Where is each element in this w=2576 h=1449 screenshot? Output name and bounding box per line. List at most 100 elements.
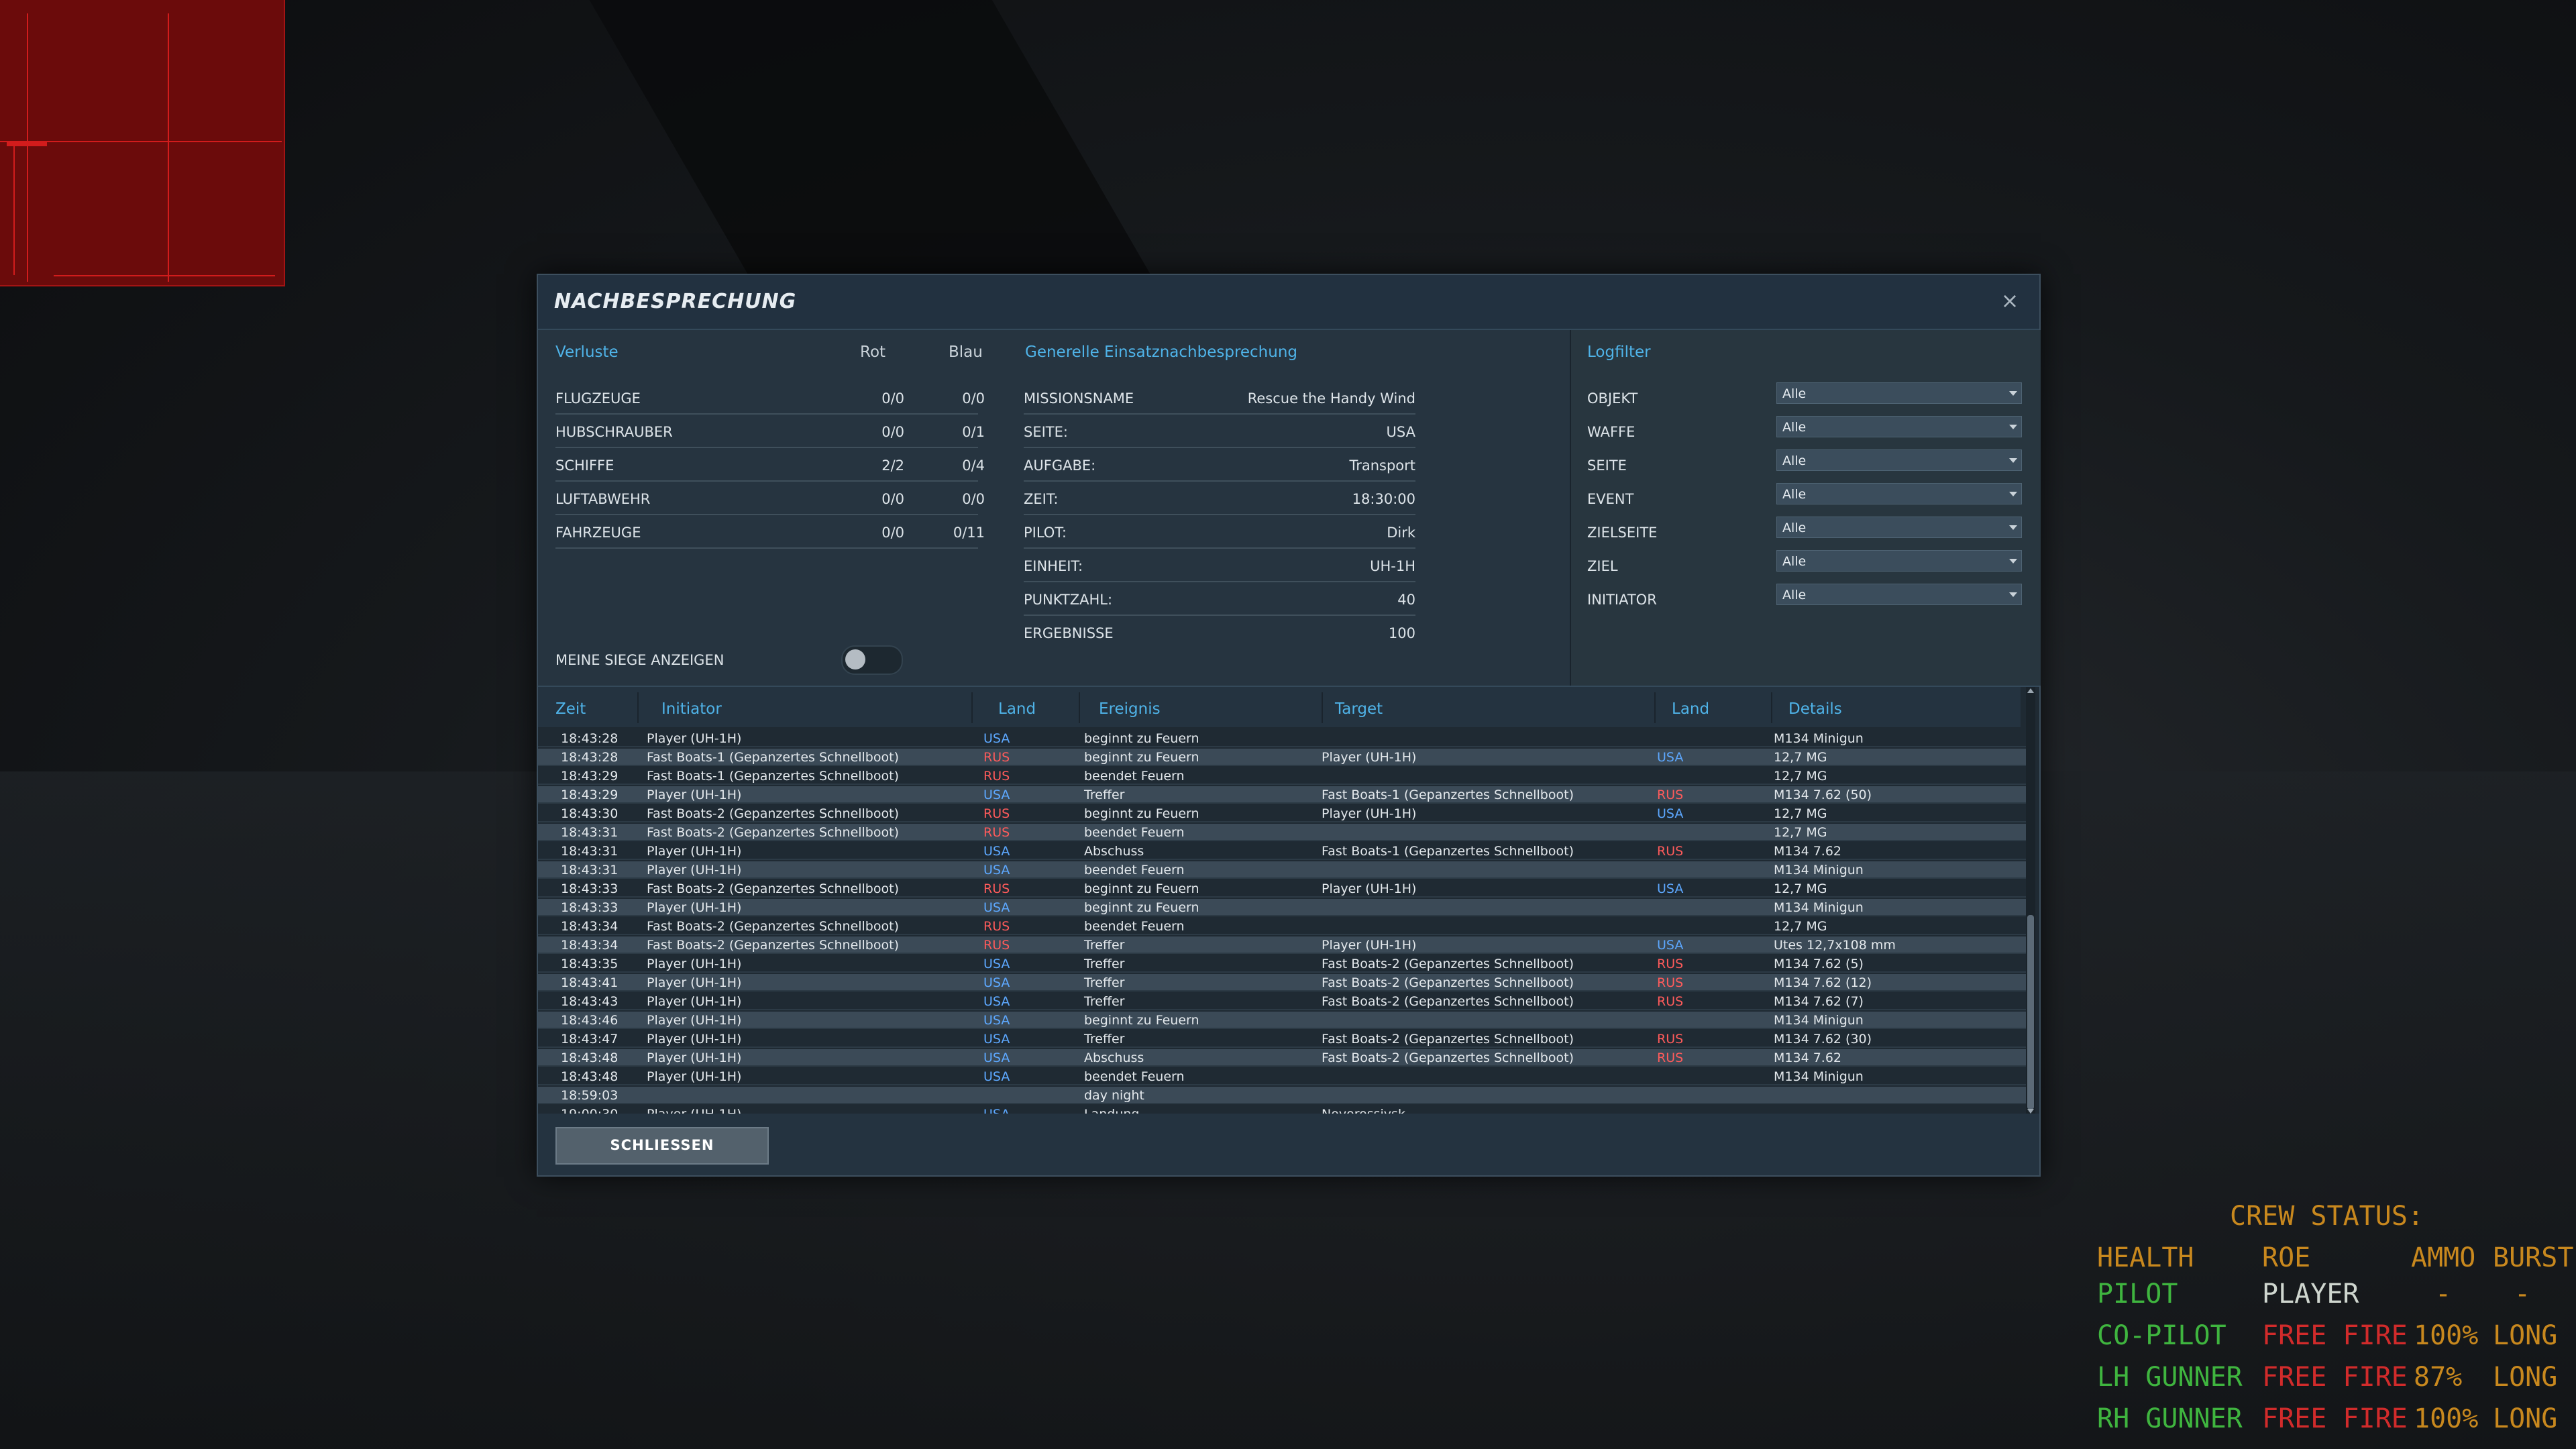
close-icon[interactable]: × [1996,287,2023,314]
filter-select[interactable]: Alle [1776,416,2022,437]
cell-time: 18:43:28 [561,731,619,746]
losses-col-blue: Blau [949,343,983,361]
chevron-down-icon [2009,425,2017,429]
table-scrollbar[interactable] [2026,687,2035,1115]
scroll-up-icon[interactable] [2027,688,2034,693]
table-row[interactable]: 18:43:34 Fast Boats-2 (Gepanzertes Schnel… [538,918,2026,935]
general-row: PILOT: Dirk [1024,515,1415,549]
cell-event: beginnt zu Feuern [1084,806,1199,821]
general-row: PUNKTZAHL: 40 [1024,582,1415,616]
losses-row: HUBSCHRAUBER 0/0 0/1 [555,415,985,448]
filter-row-waffe: WAFFE Alle [1587,415,2023,447]
cell-event: day night [1084,1088,1144,1103]
table-row[interactable]: 18:43:28 Fast Boats-1 (Gepanzertes Schnel… [538,749,2026,766]
cell-event: Treffer [1084,975,1125,990]
table-row[interactable]: 18:43:43 Player (UH-1H) USA Treffer Fast Boa… [538,993,2026,1010]
cell-land: USA [983,900,1010,915]
table-row[interactable]: 18:43:33 Player (UH-1H) USA beginnt zu Feue… [538,899,2026,916]
cell-details: Utes 12,7x108 mm [1774,938,1896,953]
cell-event: Abschuss [1084,1051,1144,1065]
chevron-down-icon [2009,525,2017,530]
cell-land: RUS [983,881,1010,896]
col-land2[interactable]: Land [1672,700,1709,718]
cell-initiator: Player (UH-1H) [647,1107,741,1114]
table-row[interactable]: 18:43:31 Player (UH-1H) USA beendet Feuern M… [538,861,2026,879]
cell-target: Player (UH-1H) [1322,806,1417,821]
dialog-title: NACHBESPRECHUNG [554,290,797,313]
col-target[interactable]: Target [1335,700,1383,718]
table-row[interactable]: 18:43:46 Player (UH-1H) USA beginnt zu Feue… [538,1012,2026,1029]
table-row[interactable]: 18:43:33 Fast Boats-2 (Gepanzertes Schnel… [538,880,2026,898]
table-row[interactable]: 18:43:34 Fast Boats-2 (Gepanzertes Schnel… [538,936,2026,954]
cell-event: Treffer [1084,1032,1125,1046]
scroll-down-icon[interactable] [2027,1109,2034,1114]
filter-select[interactable]: Alle [1776,483,2022,504]
table-row[interactable]: 18:43:29 Player (UH-1H) USA Treffer Fast Boa… [538,786,2026,804]
summary-section: Verluste Rot Blau FLUGZEUGE 0/0 0/0 HUBS… [538,330,2041,686]
table-row[interactable]: 18:43:31 Player (UH-1H) USA Abschuss Fast Bo… [538,843,2026,860]
filter-select[interactable]: Alle [1776,584,2022,605]
cell-details: 12,7 MG [1774,919,1827,934]
crew-status-hud: CREW STATUS: HEALTH ROE AMMO BURST PILOT… [2093,1194,2576,1449]
crew-status-title: CREW STATUS: [2230,1201,2424,1232]
show-my-kills-toggle[interactable] [841,645,903,675]
table-row[interactable]: 18:43:30 Fast Boats-2 (Gepanzertes Schnel… [538,805,2026,822]
crew-burst-lh-gunner: LONG [2493,1362,2558,1393]
cell-initiator: Fast Boats-2 (Gepanzertes Schnellboot) [647,806,899,821]
table-row[interactable]: 18:43:41 Player (UH-1H) USA Treffer Fast Boa… [538,974,2026,991]
table-row[interactable]: 18:43:48 Player (UH-1H) USA Abschuss Fast Bo… [538,1049,2026,1067]
filter-select[interactable]: Alle [1776,382,2022,404]
filter-row-initiator: INITIATOR Alle [1587,582,2023,614]
cell-target: Fast Boats-1 (Gepanzertes Schnellboot) [1322,844,1574,859]
cell-initiator: Fast Boats-2 (Gepanzertes Schnellboot) [647,881,899,896]
cell-land: USA [983,1069,1010,1084]
table-row[interactable]: 18:43:48 Player (UH-1H) USA beendet Feuern M… [538,1068,2026,1085]
cell-details: M134 7.62 [1774,844,1842,859]
cell-details: 12,7 MG [1774,806,1827,821]
table-row[interactable]: 18:43:28 Player (UH-1H) USA beginnt zu Feue… [538,730,2026,747]
cell-land: RUS [983,919,1010,934]
cell-initiator: Player (UH-1H) [647,994,742,1009]
col-land[interactable]: Land [998,700,1036,718]
cell-land: USA [983,1107,1010,1114]
col-details[interactable]: Details [1788,700,1842,718]
table-row[interactable]: 18:43:31 Fast Boats-2 (Gepanzertes Schnel… [538,824,2026,841]
losses-row: SCHIFFE 2/2 0/4 [555,448,985,482]
col-initiator[interactable]: Initiator [661,700,722,718]
cell-target: Fast Boats-2 (Gepanzertes Schnellboot) [1322,1051,1574,1065]
cell-event: beendet Feuern [1084,769,1185,784]
cell-initiator: Fast Boats-1 (Gepanzertes Schnellboot) [647,750,899,765]
cell-time: 18:43:30 [561,806,619,821]
crew-header-ammo: AMMO [2411,1242,2476,1273]
cell-land: RUS [983,938,1010,953]
col-time[interactable]: Zeit [555,700,586,718]
table-row[interactable]: 18:59:03 day night [538,1087,2026,1104]
filter-select[interactable]: Alle [1776,449,2022,471]
table-row[interactable]: 18:43:29 Fast Boats-1 (Gepanzertes Schnel… [538,767,2026,785]
crew-burst-copilot: LONG [2493,1320,2558,1351]
table-row[interactable]: 18:43:47 Player (UH-1H) USA Treffer Fast Boa… [538,1030,2026,1048]
cell-target: Fast Boats-2 (Gepanzertes Schnellboot) [1322,1032,1574,1046]
cell-land: USA [983,863,1010,877]
cell-initiator: Fast Boats-2 (Gepanzertes Schnellboot) [647,938,899,953]
cell-land: USA [983,957,1010,971]
table-row[interactable]: 18:43:35 Player (UH-1H) USA Treffer Fast Boa… [538,955,2026,973]
cell-event: beendet Feuern [1084,825,1185,840]
filter-select[interactable]: Alle [1776,517,2022,538]
general-row: ERGEBNISSE 100 [1024,625,1415,641]
col-event[interactable]: Ereignis [1099,700,1161,718]
crew-ammo-lh-gunner: 87% [2414,1362,2463,1393]
losses-row: FLUGZEUGE 0/0 0/0 [555,381,985,415]
cell-land: USA [983,731,1010,746]
cell-details: M134 7.62 (50) [1774,788,1872,802]
table-row[interactable]: 19:00:30 Player (UH-1H) USA Landung Novoross… [538,1106,2026,1114]
cell-details: M134 7.62 [1774,1051,1842,1065]
filter-select[interactable]: Alle [1776,550,2022,572]
general-debrief-title: Generelle Einsatznachbesprechung [1025,343,1298,361]
crew-name-lh-gunner: LH GUNNER [2097,1362,2243,1393]
cell-initiator: Player (UH-1H) [647,1013,742,1028]
close-button[interactable]: SCHLIESSEN [555,1127,769,1165]
cell-event: Landung [1084,1107,1139,1114]
scrollbar-thumb[interactable] [2027,915,2034,1110]
cell-event: beendet Feuern [1084,1069,1185,1084]
